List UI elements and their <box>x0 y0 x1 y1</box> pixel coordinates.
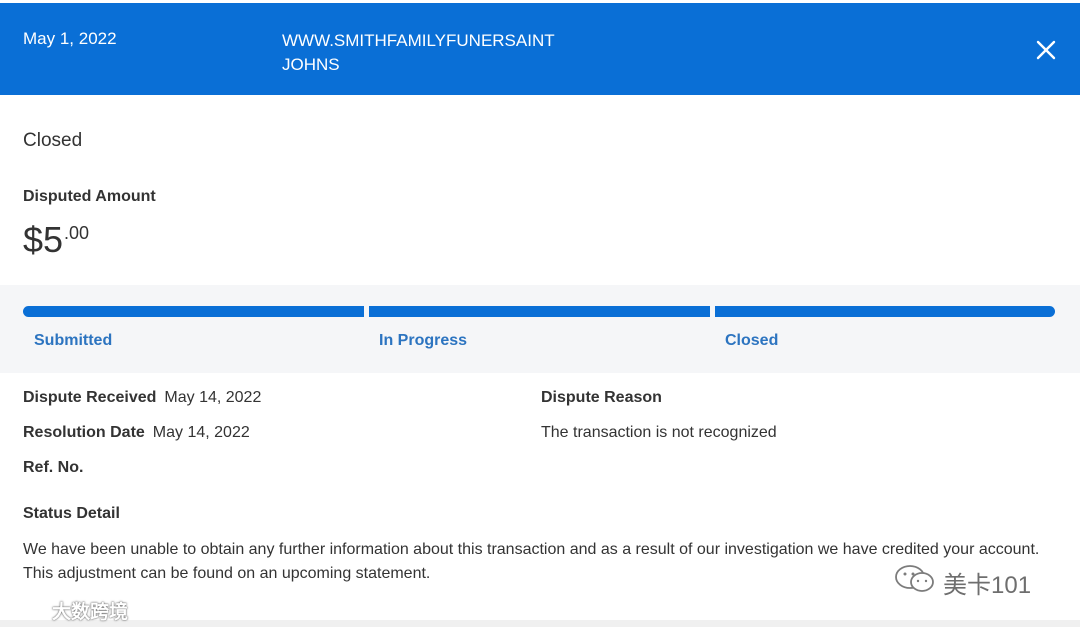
amount-whole: $5 <box>23 219 64 260</box>
step-label-submitted: Submitted <box>34 332 113 349</box>
status-detail-text: We have been unable to obtain any furthe… <box>23 541 1040 582</box>
resolution-date-row: Resolution Date May 14, 2022 <box>23 424 250 442</box>
disputed-amount-label: Disputed Amount <box>23 188 156 205</box>
ref-no-row: Ref. No. <box>23 459 91 477</box>
resolution-date-label: Resolution Date <box>23 424 145 441</box>
merchant-name: WWW.SMITHFAMILYFUNERSAINT JOHNS <box>282 31 555 74</box>
wechat-icon <box>893 563 937 602</box>
step-label-in-progress: In Progress <box>379 332 468 349</box>
watermark-right: 美卡101 <box>893 563 1031 602</box>
dispute-received-value: May 14, 2022 <box>164 389 262 406</box>
dispute-progress-tracker: Submitted In Progress Closed <box>0 285 1080 373</box>
dispute-status-title: Closed <box>23 130 83 151</box>
watermark-left-text: 大数跨境 <box>52 601 129 623</box>
transaction-header: May 1, 2022 WWW.SMITHFAMILYFUNERSAINT JO… <box>0 3 1080 95</box>
resolution-date-value: May 14, 2022 <box>152 424 250 441</box>
dispute-detail-card: May 1, 2022 WWW.SMITHFAMILYFUNERSAINT JO… <box>0 0 1080 620</box>
dispute-reason-value: The transaction is not recognized <box>541 424 777 441</box>
watermark-left: 大数跨境 <box>8 594 128 626</box>
step-label-closed: Closed <box>725 332 779 349</box>
transaction-date: May 1, 2022 <box>23 29 117 48</box>
amount-cents: .00 <box>64 223 90 243</box>
watermark-right-text: 美卡101 <box>943 572 1032 599</box>
dispute-received-row: Dispute Received May 14, 2022 <box>23 389 261 407</box>
close-icon[interactable] <box>1033 37 1059 63</box>
progress-segment-closed <box>715 306 1055 317</box>
progress-segment-in-progress <box>369 306 710 317</box>
weibo-icon <box>8 594 48 626</box>
dispute-received-label: Dispute Received <box>23 389 157 406</box>
disputed-amount: $5 .00 <box>23 220 89 260</box>
dispute-reason-label: Dispute Reason <box>541 389 662 406</box>
ref-no-label: Ref. No. <box>23 459 84 476</box>
progress-segment-submitted <box>23 306 364 317</box>
status-detail-label: Status Detail <box>23 505 120 522</box>
